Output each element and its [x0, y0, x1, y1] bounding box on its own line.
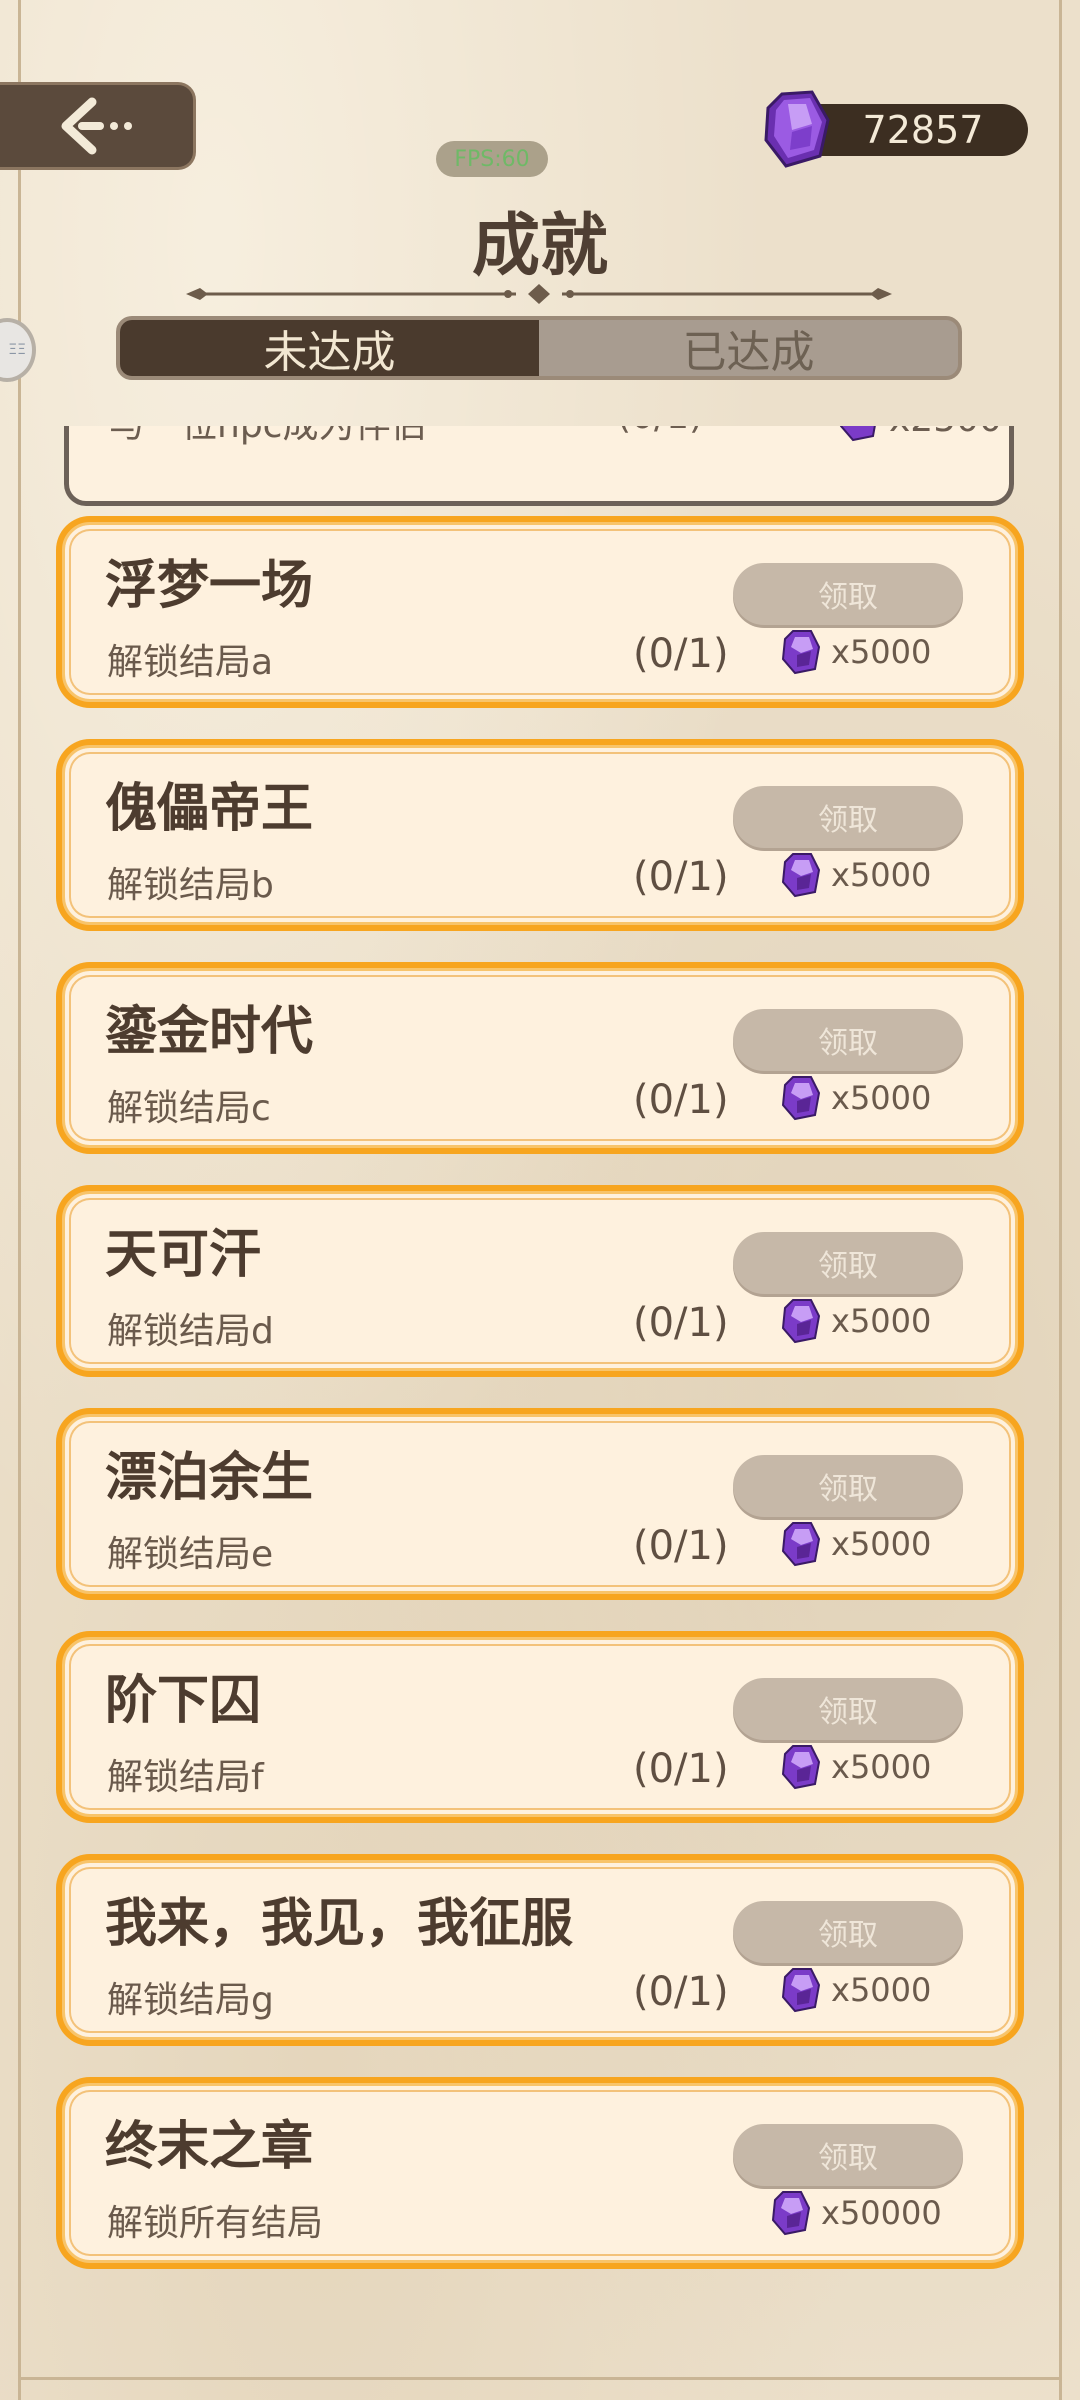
achievement-desc: 解锁结局b: [107, 865, 274, 906]
fps-badge: FPS:60: [436, 141, 548, 177]
achievement-progress: (0/1): [617, 426, 703, 437]
achievement-title: 浮梦一场: [105, 555, 314, 616]
list-item: 我来，我见，我征服 解锁结局g (0/1) x5000 领取: [56, 1854, 1024, 2046]
claim-button[interactable]: 领取: [733, 1678, 963, 1740]
achievement-progress: (0/1): [633, 1746, 729, 1792]
achievement-desc: 解锁结局e: [107, 1534, 274, 1575]
purple-gem-icon: [781, 630, 821, 675]
achievement-reward: x2500: [839, 426, 1002, 442]
achievement-progress: (0/1): [633, 631, 729, 677]
achievement-reward-amount: x5000: [831, 633, 932, 671]
achievement-title: 终末之章: [105, 2116, 314, 2177]
card-body: 天可汗 解锁结局d (0/1) x5000 领取: [62, 1191, 1018, 1371]
claim-button[interactable]: 领取: [733, 563, 963, 625]
back-arrow-icon: [61, 97, 132, 155]
list-item: 鎏金时代 解锁结局c (0/1) x5000 领取: [56, 962, 1024, 1154]
achievement-desc: 解锁所有结局: [107, 2203, 324, 2244]
card-body: 漂泊余生 解锁结局e (0/1) x5000 领取: [62, 1414, 1018, 1594]
achievement-desc: 解锁结局d: [107, 1311, 274, 1352]
frame-bottom-border: [18, 2377, 1062, 2380]
card-body: 傀儡帝王 解锁结局b (0/1) x5000 领取: [62, 745, 1018, 925]
achievement-title: 傀儡帝王: [105, 778, 314, 839]
achievement-reward: x5000: [781, 1967, 931, 2013]
list-item: 漂泊余生 解锁结局e (0/1) x5000 领取: [56, 1408, 1024, 1600]
achievement-title: 鎏金时代: [105, 1001, 314, 1062]
list-item: 天可汗 解锁结局d (0/1) x5000 领取: [56, 1185, 1024, 1377]
achievement-progress: (0/1): [633, 1300, 729, 1346]
achievement-title: 天可汗: [105, 1224, 262, 1285]
purple-gem-icon: [781, 1299, 821, 1344]
card-body: 阶下囚 解锁结局f (0/1) x5000 领取: [62, 1637, 1018, 1817]
achievement-reward: x5000: [781, 629, 931, 675]
purple-gem-icon: [781, 1522, 821, 1567]
achievement-tabs: 未达成 已达成: [116, 316, 962, 380]
purple-gem-icon: [839, 426, 876, 442]
list-item: 终末之章 解锁所有结局 x50000 领取: [56, 2077, 1024, 2269]
achievement-list[interactable]: 与一位npc成为伴侣 (0/1) x2500 浮梦一场 解锁结局a (0/1): [0, 426, 1080, 2276]
list-item: 浮梦一场 解锁结局a (0/1) x5000 领取: [56, 516, 1024, 708]
achievement-title: 我来，我见，我征服: [105, 1893, 574, 1954]
claim-button[interactable]: 领取: [733, 786, 963, 848]
achievement-reward-amount: x5000: [831, 1971, 932, 2009]
achievement-reward: x5000: [781, 1075, 931, 1121]
achievement-reward-amount: x50000: [821, 2194, 942, 2232]
achievement-reward: x5000: [781, 1521, 931, 1567]
claim-button[interactable]: 领取: [733, 1455, 963, 1517]
achievement-title: 漂泊余生: [105, 1447, 314, 1508]
list-item-partial: 与一位npc成为伴侣 (0/1) x2500: [64, 426, 1014, 506]
achievement-reward-amount: x5000: [831, 1079, 932, 1117]
tab-incomplete[interactable]: 未达成: [120, 320, 539, 376]
back-button[interactable]: [0, 82, 196, 170]
purple-gem-icon: [764, 90, 830, 168]
achievement-desc: 解锁结局a: [107, 642, 274, 683]
achievement-title: 阶下囚: [105, 1670, 262, 1731]
achievement-desc: 与一位npc成为伴侣: [109, 426, 426, 448]
card-body: 鎏金时代 解锁结局c (0/1) x5000 领取: [62, 968, 1018, 1148]
achievement-reward-amount: x5000: [831, 1748, 932, 1786]
card-body: 浮梦一场 解锁结局a (0/1) x5000 领取: [62, 522, 1018, 702]
claim-button[interactable]: 领取: [733, 2124, 963, 2186]
achievement-reward: x5000: [781, 1298, 931, 1344]
achievement-reward-amount: x2500: [889, 426, 1002, 440]
achievement-reward: x50000: [771, 2190, 942, 2236]
achievement-desc: 解锁结局g: [107, 1980, 274, 2021]
claim-button[interactable]: 领取: [733, 1009, 963, 1071]
tab-completed[interactable]: 已达成: [539, 320, 958, 376]
achievement-reward-amount: x5000: [831, 1525, 932, 1563]
purple-gem-icon: [781, 1745, 821, 1790]
achievement-progress: (0/1): [633, 1969, 729, 2015]
achievement-desc: 解锁结局f: [107, 1757, 264, 1798]
currency-amount: 72857: [862, 108, 984, 152]
claim-button[interactable]: 领取: [733, 1232, 963, 1294]
achievement-progress: (0/1): [633, 1523, 729, 1569]
title-ornament-divider: [186, 284, 892, 304]
purple-gem-icon: [781, 1076, 821, 1121]
achievement-reward: x5000: [781, 852, 931, 898]
page-title: 成就: [471, 206, 608, 286]
card-body: 我来，我见，我征服 解锁结局g (0/1) x5000 领取: [62, 1860, 1018, 2040]
achievement-reward-amount: x5000: [831, 856, 932, 894]
side-pull-tab[interactable]: ΞΞ: [0, 318, 36, 382]
claim-button[interactable]: 领取: [733, 1901, 963, 1963]
achievement-progress: (0/1): [633, 1077, 729, 1123]
purple-gem-icon: [771, 2191, 811, 2236]
achievement-desc: 解锁结局c: [107, 1088, 271, 1129]
list-item: 傀儡帝王 解锁结局b (0/1) x5000 领取: [56, 739, 1024, 931]
achievement-reward: x5000: [781, 1744, 931, 1790]
achievement-progress: (0/1): [633, 854, 729, 900]
list-item: 阶下囚 解锁结局f (0/1) x5000 领取: [56, 1631, 1024, 1823]
card-body: 终末之章 解锁所有结局 x50000 领取: [62, 2083, 1018, 2263]
purple-gem-icon: [781, 853, 821, 898]
purple-gem-icon: [781, 1968, 821, 2013]
achievement-reward-amount: x5000: [831, 1302, 932, 1340]
